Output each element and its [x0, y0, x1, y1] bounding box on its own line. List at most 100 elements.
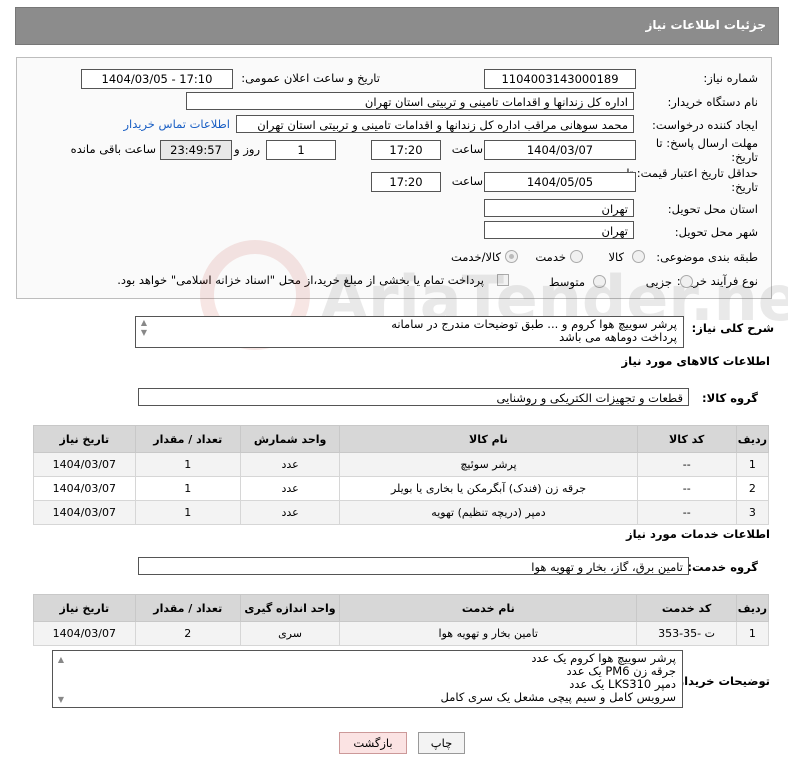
remaining-time-label: ساعت باقی مانده — [70, 142, 156, 156]
category-option-goods: کالا — [608, 250, 624, 264]
cell-row: 2 — [735, 476, 770, 501]
cell-code: -- — [636, 452, 737, 477]
cell-name: دمپر (دریچه تنظیم) تهویه — [339, 500, 638, 525]
cell-name: پرشر سوئیچ — [339, 452, 638, 477]
scroll-up-icon[interactable]: ▲ — [55, 655, 67, 665]
purchase-option-medium: متوسط — [548, 275, 585, 289]
col-date: تاریخ نیاز — [33, 425, 136, 453]
category-option-goods-service: کالا/خدمت — [450, 250, 501, 264]
col-code: کد خدمت — [636, 594, 737, 622]
scroll-down-icon[interactable]: ▼ — [55, 695, 67, 705]
table-row: 1 -- پرشر سوئیچ عدد 1 1404/03/07 — [33, 452, 770, 477]
deadline-date-field: 1404/03/07 — [484, 140, 636, 160]
category-radio-service[interactable] — [570, 250, 583, 263]
col-name: نام کالا — [339, 425, 638, 453]
cell-unit: عدد — [239, 500, 341, 525]
services-table-header: ردیف کد خدمت نام خدمت واحد اندازه گیری ت… — [33, 594, 770, 622]
buyer-notes-line-4: سرویس کامل و سیم پیچی مشعل یک سری کامل — [440, 690, 676, 704]
buyer-notes-label: توضیحات خریدار: — [672, 674, 770, 688]
cell-qty: 1 — [134, 476, 241, 501]
col-row: ردیف — [735, 594, 770, 622]
cell-date: 1404/03/07 — [33, 621, 136, 646]
need-number-label: شماره نیاز: — [703, 71, 758, 85]
services-group-field: تامین برق، گاز، بخار و تهویه هوا — [138, 557, 689, 575]
col-name: نام خدمت — [339, 594, 638, 622]
page-title: جزئیات اطلاعات نیاز — [645, 18, 766, 32]
purchase-radio-minor[interactable] — [680, 275, 693, 288]
goods-section-title: اطلاعات کالاهای مورد نیاز — [621, 354, 770, 368]
services-section-title: اطلاعات خدمات مورد نیاز — [626, 527, 770, 541]
col-date: تاریخ نیاز — [33, 594, 136, 622]
announce-field: 1404/03/05 - 17:10 — [81, 69, 233, 89]
days-field: 1 — [266, 140, 336, 160]
print-button[interactable]: چاپ — [418, 732, 465, 754]
announce-label: تاریخ و ساعت اعلان عمومی: — [241, 71, 380, 85]
scroll-up-icon[interactable]: ▲ — [138, 318, 150, 328]
remaining-time-field: 23:49:57 — [160, 140, 232, 160]
services-group-label: گروه خدمت: — [687, 560, 758, 574]
col-qty: تعداد / مقدار — [134, 425, 241, 453]
purchase-option-minor: جزیی — [645, 275, 672, 289]
summary-textarea[interactable]: پرشر سوییچ هوا کروم و ... طبق توضیحات من… — [135, 316, 684, 348]
cell-row: 3 — [735, 500, 770, 525]
cell-unit: عدد — [239, 476, 341, 501]
goods-table: ردیف کد کالا نام کالا واحد شمارش تعداد /… — [33, 425, 770, 525]
category-radio-goods[interactable] — [632, 250, 645, 263]
deadline-label: مهلت ارسال پاسخ: تا تاریخ: — [655, 136, 758, 164]
treasury-payment-note: پرداخت تمام یا بخشی از مبلغ خرید،از محل … — [117, 273, 484, 287]
cell-date: 1404/03/07 — [33, 452, 136, 477]
services-table: ردیف کد خدمت نام خدمت واحد اندازه گیری ت… — [33, 594, 770, 646]
cell-code: -- — [636, 500, 737, 525]
cell-qty: 1 — [134, 452, 241, 477]
category-label: طبقه بندی موضوعی: — [656, 250, 758, 264]
province-label: استان محل تحویل: — [667, 202, 758, 216]
summary-label: شرح کلی نیاز: — [691, 321, 774, 335]
cell-code: ت -35-353 — [636, 621, 737, 646]
col-code: کد کالا — [636, 425, 737, 453]
buyer-org-field: اداره کل زندانها و اقدامات تامینی و تربی… — [186, 92, 634, 110]
contact-buyer-link[interactable]: اطلاعات تماس خریدار — [123, 117, 230, 131]
col-unit: واحد اندازه گیری — [239, 594, 341, 622]
cell-name: جرقه زن (فندک) آبگرمکن یا بخاری یا بویلر — [339, 476, 638, 501]
treasury-payment-checkbox[interactable] — [497, 274, 509, 286]
cell-row: 1 — [735, 452, 770, 477]
cell-row: 1 — [735, 621, 770, 646]
page-header: جزئیات اطلاعات نیاز — [15, 7, 779, 45]
purchase-radio-medium[interactable] — [593, 275, 606, 288]
cell-date: 1404/03/07 — [33, 476, 136, 501]
deadline-time-field: 17:20 — [371, 140, 441, 160]
col-row: ردیف — [735, 425, 770, 453]
cell-date: 1404/03/07 — [33, 500, 136, 525]
table-row: 1 ت -35-353 تامین بخار و تهویه هوا سری 2… — [33, 621, 770, 646]
goods-group-field: قطعات و تجهیزات الکتریکی و روشنایی — [138, 388, 689, 406]
col-unit: واحد شمارش — [239, 425, 341, 453]
back-button[interactable]: بازگشت — [339, 732, 407, 754]
col-qty: تعداد / مقدار — [134, 594, 241, 622]
goods-group-label: گروه کالا: — [702, 391, 758, 405]
validity-time-field: 17:20 — [371, 172, 441, 192]
buyer-org-label: نام دستگاه خریدار: — [667, 95, 758, 109]
summary-line-2: پرداخت دوماهه می باشد — [559, 330, 677, 344]
requester-field: محمد سوهانی مراقب اداره کل زندانها و اقد… — [236, 115, 634, 133]
cell-qty: 1 — [134, 500, 241, 525]
requester-label: ایجاد کننده درخواست: — [652, 118, 758, 132]
cell-unit: سری — [239, 621, 341, 646]
cell-qty: 2 — [134, 621, 241, 646]
table-row: 2 -- جرقه زن (فندک) آبگرمکن یا بخاری یا … — [33, 476, 770, 501]
category-option-service: خدمت — [535, 250, 566, 264]
cell-unit: عدد — [239, 452, 341, 477]
category-radio-goods-service[interactable] — [505, 250, 518, 263]
days-label: روز و — [234, 142, 260, 156]
goods-table-header: ردیف کد کالا نام کالا واحد شمارش تعداد /… — [33, 425, 770, 453]
deadline-time-label: ساعت — [451, 142, 483, 156]
city-label: شهر محل تحویل: — [674, 225, 758, 239]
need-number-field: 1104003143000189 — [484, 69, 636, 89]
cell-code: -- — [636, 476, 737, 501]
validity-time-label: ساعت — [451, 174, 483, 188]
scroll-down-icon[interactable]: ▼ — [138, 328, 150, 338]
validity-label: حداقل تاریخ اعتبار قیمت: تا تاریخ: — [626, 166, 758, 194]
validity-date-field: 1404/05/05 — [484, 172, 636, 192]
cell-name: تامین بخار و تهویه هوا — [339, 621, 638, 646]
table-row: 3 -- دمپر (دریچه تنظیم) تهویه عدد 1 1404… — [33, 500, 770, 525]
buyer-notes-textarea[interactable]: پرشر سوییچ هوا کروم یک عدد جرقه زن PM6 ی… — [52, 650, 683, 708]
